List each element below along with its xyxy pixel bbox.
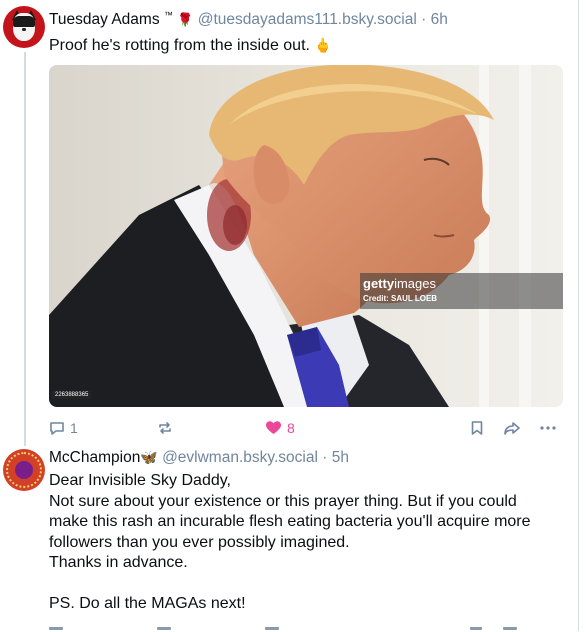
post-text-line: followers than you ever possibly imagine… xyxy=(49,533,350,551)
repost-button[interactable] xyxy=(157,418,178,438)
post-text: Proof he's rotting from the inside out. … xyxy=(49,35,332,57)
thread-connector-line xyxy=(24,52,26,446)
photo-illustration xyxy=(49,65,563,407)
reply-button[interactable]: 1 xyxy=(49,418,78,438)
post-actions: 1 8 xyxy=(49,418,563,438)
middle-finger-emoji-icon: 🖕 xyxy=(314,37,332,53)
post-text-line: Dear Invisible Sky Daddy, xyxy=(49,472,231,489)
post-text-content: Proof he's rotting from the inside out. xyxy=(49,37,310,54)
post-text: Dear Invisible Sky Daddy, Not sure about… xyxy=(49,471,531,615)
post-text-line: Thanks in advance. xyxy=(49,554,188,571)
post-image[interactable]: gettyimages Credit: SAUL LOEB 2263888365 xyxy=(49,65,563,407)
getty-logo-text: getty xyxy=(363,276,395,291)
heart-icon xyxy=(266,421,281,434)
trademark-symbol: ™ xyxy=(163,10,173,20)
more-icon xyxy=(540,426,556,430)
reply-icon xyxy=(50,422,64,435)
author-handle[interactable]: @tuesdayadams111.bsky.social xyxy=(198,11,417,28)
bookmark-button[interactable] xyxy=(470,418,484,438)
separator-dot: · xyxy=(322,449,328,466)
like-count: 8 xyxy=(287,420,295,436)
author-handle[interactable]: @evlwman.bsky.social xyxy=(162,449,318,466)
avatar-mcchampion[interactable] xyxy=(3,449,45,491)
share-icon[interactable] xyxy=(503,627,517,630)
heart-icon[interactable] xyxy=(265,627,279,630)
reply-icon[interactable] xyxy=(49,627,63,630)
separator-dot: · xyxy=(421,11,427,29)
bookmark-icon[interactable] xyxy=(470,627,482,630)
post-header: McChampion🦋 @evlwman.bsky.social · 5h xyxy=(49,449,349,467)
avatar-tuesday-adams[interactable] xyxy=(3,6,45,48)
share-button[interactable] xyxy=(503,418,521,438)
repost-icon xyxy=(159,422,171,434)
image-id: 2263888365 xyxy=(52,391,92,399)
butterfly-emoji-icon: 🦋 xyxy=(140,449,158,465)
post-text-line: Not sure about your existence or this pr… xyxy=(49,492,517,510)
photo-credit: Credit: SAUL LOEB xyxy=(363,294,438,303)
author-display-name[interactable]: Tuesday Adams xyxy=(49,11,160,28)
getty-logo-suffix: images xyxy=(394,276,436,291)
post-timestamp[interactable]: 5h xyxy=(332,449,349,466)
feed-border xyxy=(578,0,579,631)
repost-icon[interactable] xyxy=(157,627,171,630)
post-text-line: PS. Do all the MAGAs next! xyxy=(49,595,246,612)
author-display-name[interactable]: McChampion xyxy=(49,449,140,466)
post-text-line: make this rash an incurable flesh eating… xyxy=(49,513,531,530)
post-header: Tuesday Adams ™ 🌹 @tuesdayadams111.bsky.… xyxy=(49,10,448,29)
post-timestamp[interactable]: 6h xyxy=(431,11,448,28)
reply-count: 1 xyxy=(70,420,78,436)
like-button[interactable]: 8 xyxy=(265,418,295,438)
rose-emoji-icon: 🌹 xyxy=(177,12,194,28)
share-icon xyxy=(504,422,520,435)
post-text-line xyxy=(49,574,531,595)
more-options-button[interactable] xyxy=(539,418,557,438)
bookmark-icon xyxy=(471,421,483,435)
getty-watermark: gettyimages Credit: SAUL LOEB xyxy=(360,273,563,309)
